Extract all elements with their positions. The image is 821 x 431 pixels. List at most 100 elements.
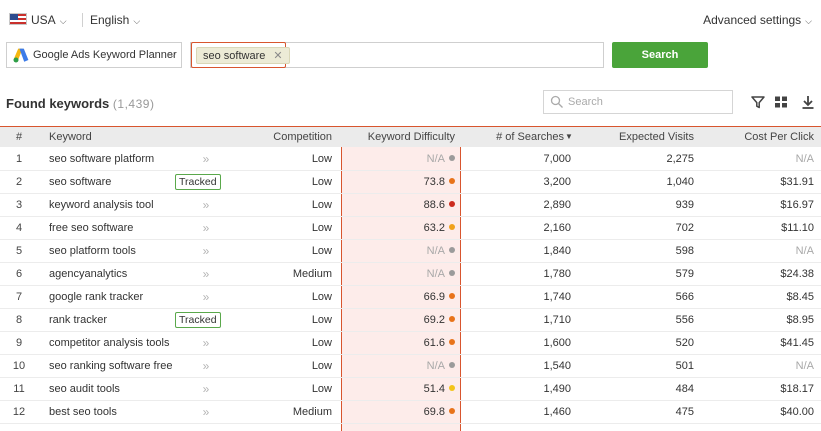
competition-cell: Low [311,176,332,188]
double-chevron-right-icon[interactable]: » [196,286,216,308]
filter-icon[interactable] [751,95,765,109]
double-chevron-right-icon[interactable]: » [196,401,216,423]
visits-cell: 520 [675,337,694,349]
header-difficulty[interactable]: Keyword Difficulty [342,127,455,147]
double-chevron-right-icon[interactable]: » [196,148,216,170]
visits-cell: 566 [675,291,694,303]
competition-cell: Low [311,153,332,165]
keyword-cell[interactable]: google rank tracker [49,286,143,308]
table-row[interactable]: 2 seo software Tracked Low 73.8 3,200 1,040 $31… [0,171,821,194]
tracked-badge[interactable]: Tracked [175,312,221,328]
difficulty-indicator-dot [449,201,455,207]
keyword-cell[interactable]: free seo software [49,217,133,239]
tracked-badge[interactable]: Tracked [175,174,221,190]
grid-view-icon[interactable] [774,95,788,109]
difficulty-cell: N/A [342,240,455,262]
cpc-cell: $18.17 [780,383,814,395]
results-search-box[interactable] [543,90,733,114]
searches-cell: 1,540 [543,360,571,372]
search-button[interactable]: Search [612,42,708,68]
query-chip[interactable]: seo software ✕ [196,47,290,64]
double-chevron-right-icon[interactable]: » [196,332,216,354]
country-selector[interactable]: USA ⌵ [31,13,67,27]
competition-cell: Low [311,337,332,349]
double-chevron-right-icon[interactable]: » [196,263,216,285]
difficulty-indicator-dot [449,155,455,161]
keyword-cell[interactable]: seo ranking software free [49,355,173,377]
table-row[interactable]: 8 rank tracker Tracked Low 69.2 1,710 556 $8.95 [0,309,821,332]
sort-desc-icon[interactable]: ▼ [565,127,575,147]
results-title: Found keywords (1,439) [6,96,154,111]
competition-cell: Low [311,245,332,257]
table-row[interactable]: 10 seo ranking software free » Low N/A 1,540 5… [0,355,821,378]
keyword-cell[interactable]: seo software [49,171,111,193]
double-chevron-right-icon[interactable]: » [196,194,216,216]
table-row[interactable]: 12 best seo tools » Medium 69.8 1,460 475 $40.0… [0,401,821,424]
double-chevron-right-icon[interactable]: » [196,355,216,377]
header-cpc[interactable]: Cost Per Click [706,127,814,147]
searches-cell: 1,740 [543,291,571,303]
row-number: 6 [15,268,23,280]
download-icon[interactable] [801,95,815,109]
language-label: English [90,13,130,27]
google-ads-icon [13,48,29,63]
usa-flag-icon[interactable] [9,13,27,25]
difficulty-cell: N/A [342,263,455,285]
searches-cell: 1,710 [543,314,571,326]
competition-cell: Low [311,360,332,372]
difficulty-value: 61.6 [423,337,445,349]
keyword-cell[interactable]: rank tracker [49,309,107,331]
header-competition[interactable]: Competition [222,127,332,147]
chevron-down-icon: ⌵ [133,16,141,26]
cpc-cell: $8.95 [786,314,814,326]
difficulty-cell: N/A [342,355,455,377]
header-keyword[interactable]: Keyword [49,127,92,147]
row-number: 7 [15,291,23,303]
difficulty-indicator-dot [449,339,455,345]
source-label: Google Ads Keyword Planner [33,49,177,61]
double-chevron-right-icon[interactable]: » [196,378,216,400]
difficulty-value: 73.8 [423,176,445,188]
keyword-cell[interactable]: seo audit tools [49,378,120,400]
header-visits[interactable]: Expected Visits [582,127,694,147]
competition-cell: Low [311,222,332,234]
chevron-down-icon: ⌵ [169,49,176,59]
difficulty-indicator-dot [449,408,455,414]
table-row[interactable]: 9 competitor analysis tools » Low 61.6 1,600 5… [0,332,821,355]
difficulty-value: 88.6 [423,199,445,211]
results-search-input[interactable] [568,94,728,110]
double-chevron-right-icon[interactable]: » [196,240,216,262]
table-row[interactable]: 6 agencyanalytics » Medium N/A 1,780 579 $24.38 [0,263,821,286]
table-row[interactable]: 1 seo software platform » Low N/A 7,000 2,275 N… [0,148,821,171]
row-number: 2 [15,176,23,188]
header-searches[interactable]: # of Searches [462,127,564,147]
table-row[interactable]: 3 keyword analysis tool » Low 88.6 2,890 939 $1… [0,194,821,217]
table-row[interactable]: 5 seo platform tools » Low N/A 1,840 598 N/A [0,240,821,263]
competition-cell: Low [311,314,332,326]
searches-cell: 1,490 [543,383,571,395]
difficulty-cell: N/A [342,148,455,170]
table-row[interactable]: 11 seo audit tools » Low 51.4 1,490 484 $18.17 [0,378,821,401]
keyword-source-dropdown[interactable]: Google Ads Keyword Planner ⌵ [6,42,182,68]
table-row[interactable]: 4 free seo software » Low 63.2 2,160 702 $11.10 [0,217,821,240]
double-chevron-right-icon[interactable]: » [196,217,216,239]
keyword-cell[interactable]: seo software platform [49,148,154,170]
difficulty-value: N/A [426,153,445,165]
keyword-cell[interactable]: seo platform tools [49,240,136,262]
difficulty-indicator-dot [449,247,455,253]
close-icon[interactable]: ✕ [273,49,282,62]
difficulty-value: 51.4 [423,383,445,395]
keyword-cell[interactable]: agencyanalytics [49,263,127,285]
search-icon [550,95,563,108]
keyword-cell[interactable]: best seo tools [49,401,117,423]
difficulty-indicator-dot [449,385,455,391]
visits-cell: 2,275 [666,153,694,165]
table-row[interactable]: 7 google rank tracker » Low 66.9 1,740 566 $8.4… [0,286,821,309]
searches-cell: 7,000 [543,153,571,165]
keyword-cell[interactable]: keyword analysis tool [49,194,154,216]
advanced-settings-link[interactable]: Advanced settings ⌵ [703,13,812,27]
cpc-cell: $11.10 [781,222,814,234]
keyword-cell[interactable]: competitor analysis tools [49,332,169,354]
language-selector[interactable]: English ⌵ [90,13,140,27]
header-num[interactable]: # [0,127,38,147]
